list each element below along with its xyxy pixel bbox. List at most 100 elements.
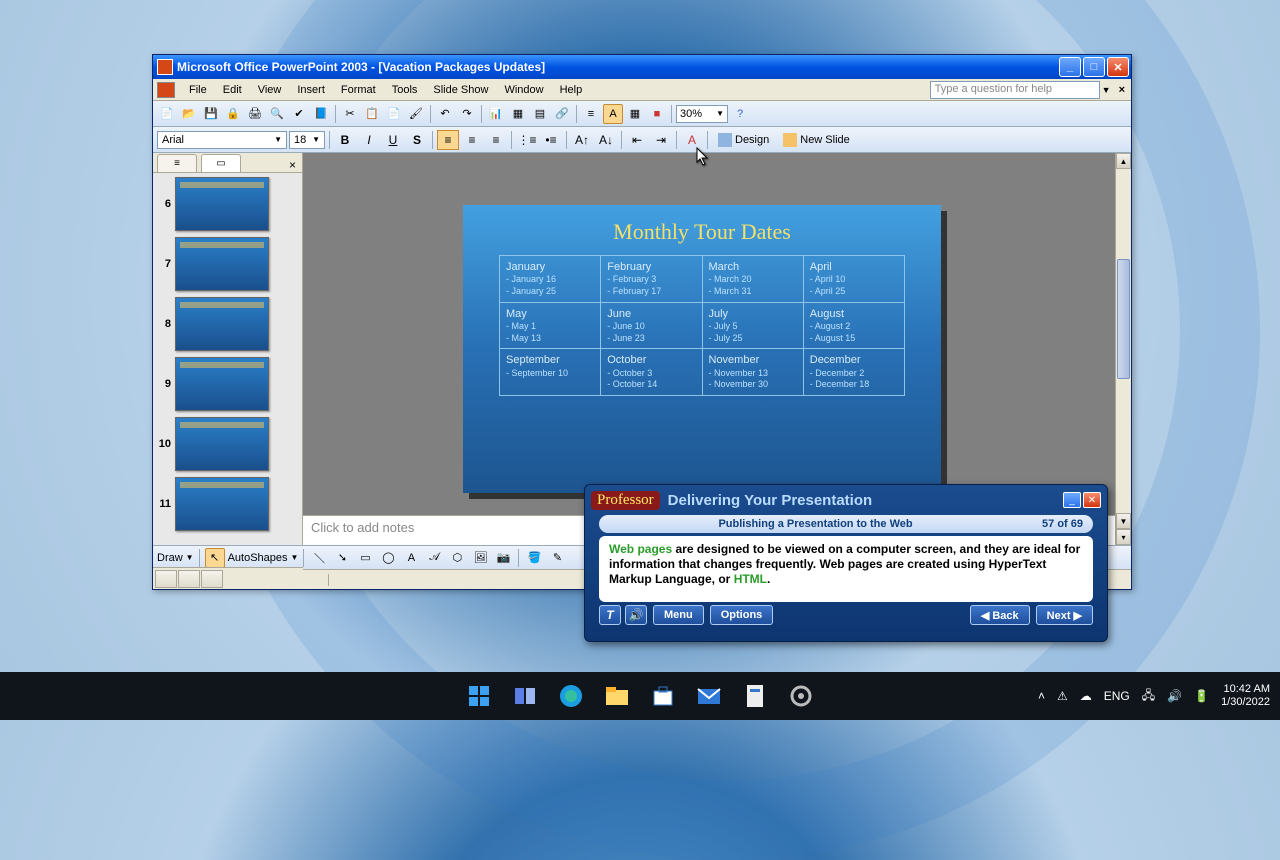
tutor-menu-button[interactable]: Menu [653,605,704,625]
clipart-icon[interactable]: 🖼 [470,548,490,568]
thumbnail-row[interactable]: 8 [157,297,298,351]
table-cell[interactable]: May- May 1- May 13 [500,303,601,349]
table-cell[interactable]: December- December 2- December 18 [804,349,904,395]
menu-slideshow[interactable]: Slide Show [425,82,496,98]
table-cell[interactable]: June- June 10- June 23 [601,303,702,349]
select-icon[interactable]: ↖ [205,548,225,568]
design-button[interactable]: Design [712,130,775,150]
color-icon[interactable]: ■ [647,104,667,124]
oval-icon[interactable]: ◯ [378,548,398,568]
preview-icon[interactable]: 🔍 [267,104,287,124]
close-button[interactable]: ✕ [1107,57,1129,77]
copy-icon[interactable]: 📋 [362,104,382,124]
sorter-view-button[interactable] [178,570,200,588]
align-center-button[interactable]: ≡ [461,130,483,150]
autoshapes-menu[interactable]: AutoShapes [228,552,288,564]
redo-icon[interactable]: ↷ [457,104,477,124]
format-painter-icon[interactable]: 🖌 [406,104,426,124]
taskview-icon[interactable] [511,682,539,710]
outline-tab[interactable]: ≡ [157,154,197,172]
help-dropdown-icon[interactable]: ▼ [1100,85,1113,95]
diagram-icon[interactable]: ⬡ [447,548,467,568]
rectangle-icon[interactable]: ▭ [355,548,375,568]
tutor-titlebar[interactable]: Professor Delivering Your Presentation _… [585,485,1107,515]
thumbnail-row[interactable]: 11 [157,477,298,531]
app-icon[interactable] [741,682,769,710]
menu-insert[interactable]: Insert [289,82,333,98]
numbering-button[interactable]: ⋮≡ [516,130,538,150]
table-cell[interactable]: April- April 10- April 25 [804,256,904,302]
menu-format[interactable]: Format [333,82,384,98]
vertical-scrollbar[interactable]: ▲ ▼ ▾ [1115,153,1131,545]
security-icon[interactable]: ⚠ [1057,689,1068,703]
thumbnail-row[interactable]: 6 [157,177,298,231]
clock[interactable]: 10:42 AM 1/30/2022 [1221,683,1270,709]
textbox-icon[interactable]: A [401,548,421,568]
menu-tools[interactable]: Tools [384,82,426,98]
minimize-button[interactable]: _ [1059,57,1081,77]
table-cell[interactable]: January- January 16- January 25 [500,256,601,302]
align-right-button[interactable]: ≡ [485,130,507,150]
help-icon[interactable]: ? [730,104,750,124]
pane-close-button[interactable]: × [283,158,302,172]
increase-font-button[interactable]: A↑ [571,130,593,150]
language-indicator[interactable]: ENG [1104,689,1130,703]
increase-indent-button[interactable]: ⇥ [650,130,672,150]
thumbnail-row[interactable]: 7 [157,237,298,291]
shadow-button[interactable]: S [406,130,428,150]
cut-icon[interactable]: ✂ [340,104,360,124]
weather-icon[interactable]: ☁ [1080,689,1092,703]
picture-icon[interactable]: 📷 [493,548,513,568]
new-icon[interactable]: 📄 [157,104,177,124]
arrow-icon[interactable]: ➘ [332,548,352,568]
explorer-icon[interactable] [603,682,631,710]
tutor-close-button[interactable]: ✕ [1083,492,1101,508]
titlebar[interactable]: Microsoft Office PowerPoint 2003 - [Vaca… [153,55,1131,79]
store-icon[interactable] [649,682,677,710]
italic-button[interactable]: I [358,130,380,150]
slide-thumbnail[interactable] [175,417,269,471]
menu-help[interactable]: Help [552,82,591,98]
start-button[interactable] [465,682,493,710]
maximize-button[interactable]: □ [1083,57,1105,77]
slide-thumbnail[interactable] [175,177,269,231]
taskbar[interactable]: ˄ ⚠ ☁ ENG 🖧 🔊 🔋 10:42 AM 1/30/2022 [0,672,1280,720]
tables-borders-icon[interactable]: ▤ [530,104,550,124]
mail-icon[interactable] [695,682,723,710]
permission-icon[interactable]: 🔒 [223,104,243,124]
print-icon[interactable]: 🖨 [245,104,265,124]
bullets-button[interactable]: •≡ [540,130,562,150]
table-cell[interactable]: October- October 3- October 14 [601,349,702,395]
menu-window[interactable]: Window [496,82,551,98]
slide-thumbnail[interactable] [175,297,269,351]
fill-color-icon[interactable]: 🪣 [524,548,544,568]
volume-icon[interactable]: 🔊 [1167,689,1182,703]
zoom-combo[interactable]: 30%▼ [676,105,728,123]
table-cell[interactable]: September- September 10 [500,349,601,395]
chart-icon[interactable]: 📊 [486,104,506,124]
slide-title[interactable]: Monthly Tour Dates [463,205,941,255]
slide-thumbnail[interactable] [175,357,269,411]
slides-tab[interactable]: ▭ [201,154,241,172]
decrease-indent-button[interactable]: ⇤ [626,130,648,150]
paste-icon[interactable]: 📄 [384,104,404,124]
slide-canvas[interactable]: Monthly Tour Dates January- January 16- … [463,205,941,493]
slide-thumbnail[interactable] [175,237,269,291]
tray-chevron-icon[interactable]: ˄ [1038,689,1045,703]
scroll-up-button[interactable]: ▲ [1116,153,1131,169]
normal-view-button[interactable] [155,570,177,588]
align-left-button[interactable]: ≡ [437,130,459,150]
grid-icon[interactable]: ▦ [625,104,645,124]
menu-view[interactable]: View [250,82,290,98]
table-cell[interactable]: July- July 5- July 25 [703,303,804,349]
tutor-options-button[interactable]: Options [710,605,774,625]
thumbnail-row[interactable]: 9 [157,357,298,411]
slide-thumbnail[interactable] [175,477,269,531]
decrease-font-button[interactable]: A↓ [595,130,617,150]
line-color-icon[interactable]: ✎ [547,548,567,568]
thumbnail-row[interactable]: 10 [157,417,298,471]
menu-edit[interactable]: Edit [215,82,250,98]
scroll-thumb[interactable] [1117,259,1130,379]
menu-file[interactable]: File [181,82,215,98]
table-cell[interactable]: November- November 13- November 30 [703,349,804,395]
